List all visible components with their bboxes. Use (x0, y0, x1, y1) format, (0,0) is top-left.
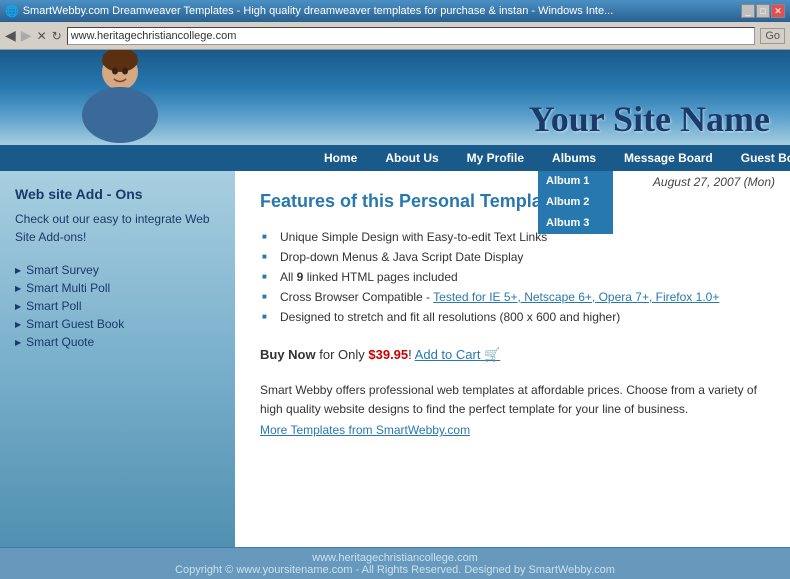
browser-chrome: ◀ ▶ ✕ ↻ Go (0, 22, 790, 50)
features-list: Unique Simple Design with Easy-to-edit T… (260, 227, 765, 327)
titlebar-title: SmartWebby.com Dreamweaver Templates - H… (23, 5, 614, 17)
stop-button[interactable]: ✕ (37, 29, 47, 43)
minimize-button[interactable]: _ (741, 4, 755, 18)
close-button[interactable]: ✕ (771, 4, 785, 18)
nav-container: Home About Us My Profile Albums Album 1 … (0, 145, 790, 171)
browser-compat-link[interactable]: Tested for IE 5+, Netscape 6+, Opera 7+,… (433, 290, 719, 304)
buy-text-middle: for Only (316, 347, 369, 362)
status-url: www.heritagechristiancollege.com (312, 552, 478, 564)
site-name: Your Site Name (529, 98, 790, 145)
sidebar-link-quote[interactable]: Smart Quote (15, 333, 220, 351)
nav-albums[interactable]: Albums Album 1 Album 2 Album 3 (538, 145, 610, 171)
header: Your Site Name (0, 50, 790, 145)
buy-section: Buy Now for Only $39.95! Add to Cart 🛒 (260, 347, 765, 363)
more-templates-link[interactable]: More Templates from SmartWebby.com (260, 421, 765, 440)
sidebar: Web site Add - Ons Check out our easy to… (0, 171, 235, 547)
nav-guest-book[interactable]: Guest Book (727, 145, 790, 171)
feature-5: Designed to stretch and fit all resoluti… (260, 307, 765, 327)
person-image (10, 50, 230, 145)
sidebar-link-guestbook[interactable]: Smart Guest Book (15, 315, 220, 333)
status-copyright: Copyright © www.yoursitename.com - All R… (175, 564, 615, 576)
sidebar-link-poll[interactable]: Smart Poll (15, 297, 220, 315)
titlebar: 🌐 SmartWebby.com Dreamweaver Templates -… (0, 0, 790, 22)
date-display: August 27, 2007 (Mon) (653, 175, 775, 189)
content-wrapper: Web site Add - Ons Check out our easy to… (0, 171, 790, 547)
add-to-cart-link[interactable]: Add to Cart 🛒 (415, 347, 501, 362)
feature-2: Drop-down Menus & Java Script Date Displ… (260, 247, 765, 267)
forward-button[interactable]: ▶ (21, 27, 32, 44)
nav-my-profile[interactable]: My Profile (453, 145, 538, 171)
address-bar[interactable] (67, 27, 756, 45)
sidebar-link-survey[interactable]: Smart Survey (15, 261, 220, 279)
main-content: Features of this Personal Template Uniqu… (235, 171, 790, 547)
status-bar: www.heritagechristiancollege.com Copyrig… (0, 547, 790, 579)
feature-1: Unique Simple Design with Easy-to-edit T… (260, 227, 765, 247)
browser-icon: 🌐 (5, 5, 19, 18)
album-2-item[interactable]: Album 2 (538, 192, 613, 212)
sidebar-links: Smart Survey Smart Multi Poll Smart Poll… (15, 261, 220, 351)
back-button[interactable]: ◀ (5, 27, 16, 44)
titlebar-controls[interactable]: _ □ ✕ (741, 4, 785, 18)
content-title: Features of this Personal Template (260, 191, 765, 212)
sidebar-title: Web site Add - Ons (15, 186, 220, 202)
nav-bar: Home About Us My Profile Albums Album 1 … (0, 145, 790, 171)
nav-home[interactable]: Home (310, 145, 371, 171)
feature-4: Cross Browser Compatible - Tested for IE… (260, 287, 765, 307)
buy-suffix: ! (408, 347, 412, 362)
nav-message-board[interactable]: Message Board (610, 145, 727, 171)
sidebar-description: Check out our easy to integrate Web Site… (15, 210, 220, 246)
feature-3: All 9 linked HTML pages included (260, 267, 765, 287)
main-outer: Your Site Name Home About Us My Profile … (0, 50, 790, 547)
nav-about-us[interactable]: About Us (371, 145, 452, 171)
titlebar-left: 🌐 SmartWebby.com Dreamweaver Templates -… (5, 5, 613, 18)
price: $39.95 (368, 347, 408, 362)
go-button[interactable]: Go (760, 28, 785, 44)
description-text: Smart Webby offers professional web temp… (260, 381, 765, 441)
albums-submenu: Album 1 Album 2 Album 3 (538, 171, 613, 234)
album-3-item[interactable]: Album 3 (538, 213, 613, 233)
maximize-button[interactable]: □ (756, 4, 770, 18)
refresh-button[interactable]: ↻ (52, 29, 62, 43)
sidebar-link-multipoll[interactable]: Smart Multi Poll (15, 279, 220, 297)
buy-now-label: Buy Now (260, 347, 316, 362)
album-1-item[interactable]: Album 1 (538, 171, 613, 191)
